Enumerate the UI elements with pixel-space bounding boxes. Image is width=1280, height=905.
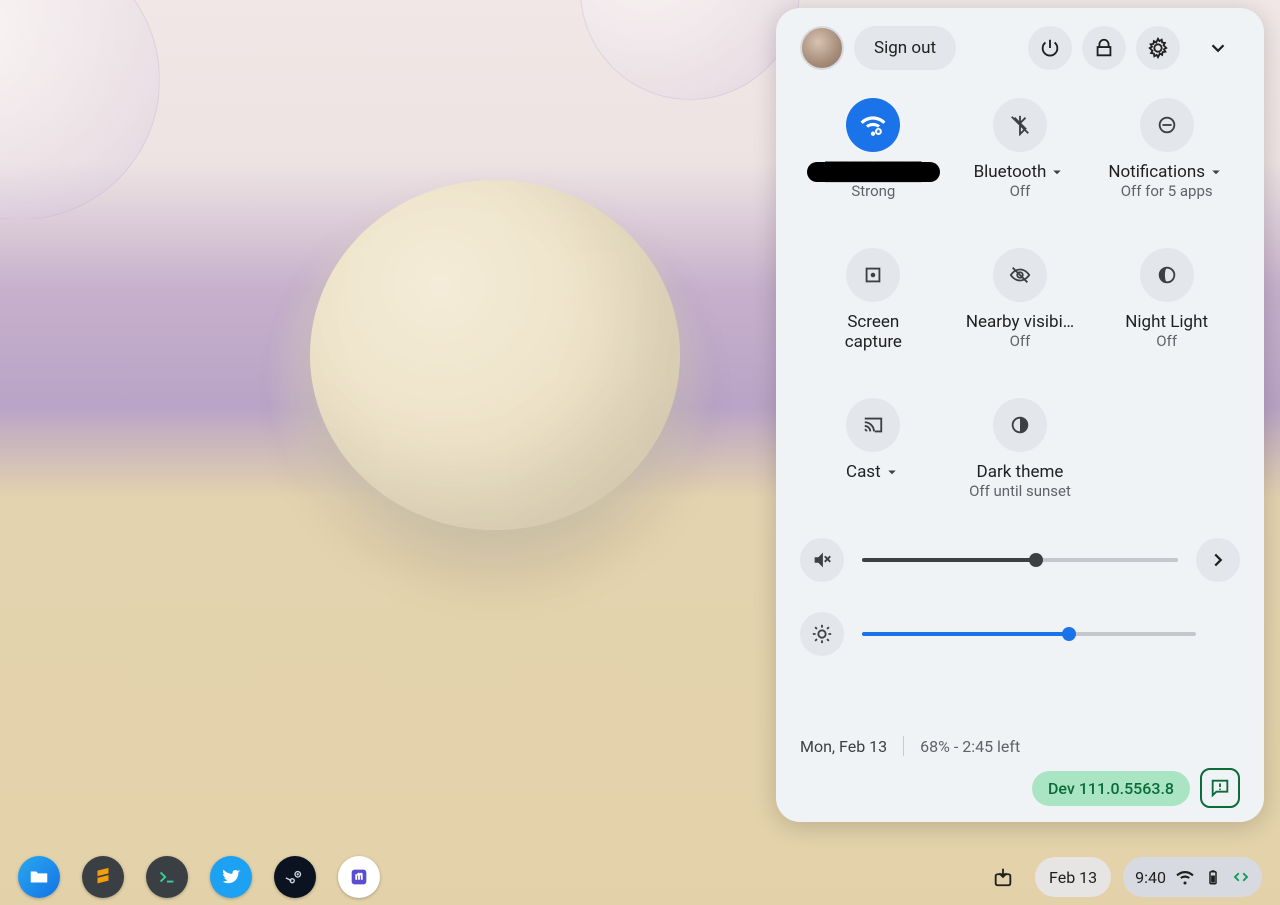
tile-label: Screen: [847, 312, 899, 332]
tile-sub: Off: [1156, 332, 1177, 350]
brightness-icon-button[interactable]: [800, 612, 844, 656]
shelf: Feb 13 9:40: [0, 849, 1280, 905]
calendar-button[interactable]: Feb 13: [1035, 857, 1111, 897]
tile-label: Night Light: [1125, 312, 1208, 332]
holding-space-icon: [992, 866, 1014, 888]
dev-mode-icon: [1232, 868, 1250, 886]
collapse-button[interactable]: [1196, 26, 1240, 70]
shelf-app-twitter[interactable]: [210, 856, 252, 898]
wifi-strength: Strong: [851, 182, 895, 200]
night-light-icon: [1140, 248, 1194, 302]
lock-button[interactable]: [1082, 26, 1126, 70]
twitter-icon: [220, 866, 242, 888]
tile-sub: Off: [1010, 332, 1031, 350]
volume-slider[interactable]: [862, 558, 1178, 562]
caret-down-icon: [1207, 163, 1225, 181]
steam-icon: [284, 866, 306, 888]
wallpaper-sphere: [310, 180, 680, 530]
sliders-section: [800, 538, 1240, 656]
tile-sub: Off: [1010, 182, 1031, 200]
tile-sub: Off until sunset: [969, 482, 1071, 500]
tile-bluetooth[interactable]: Bluetooth Off: [947, 98, 1094, 208]
sign-out-button[interactable]: Sign out: [854, 26, 956, 70]
folder-icon: [28, 866, 50, 888]
battery-icon: [1204, 868, 1222, 886]
caret-down-icon: [1048, 163, 1066, 181]
bluetooth-off-icon: [993, 98, 1047, 152]
dark-theme-icon: [993, 398, 1047, 452]
feedback-icon: [1209, 777, 1231, 799]
settings-button[interactable]: [1136, 26, 1180, 70]
tile-screen-capture[interactable]: Screen capture: [800, 248, 947, 358]
tile-wifi[interactable]: ████████ Strong: [800, 98, 947, 208]
tile-label: Cast: [846, 462, 901, 482]
chevron-down-icon: [1207, 37, 1229, 59]
holding-space-button[interactable]: [983, 857, 1023, 897]
tile-night-light[interactable]: Night Light Off: [1093, 248, 1240, 358]
dev-channel-badge[interactable]: Dev 111.0.5563.8: [1032, 771, 1190, 806]
mastodon-icon: [348, 866, 370, 888]
gear-icon: [1147, 37, 1169, 59]
brightness-icon: [811, 623, 833, 645]
tile-nearby-visibility[interactable]: Nearby visibi… Off: [947, 248, 1094, 358]
panel-header: Sign out: [800, 26, 1240, 70]
cast-icon: [846, 398, 900, 452]
tile-sub: Off for 5 apps: [1121, 182, 1213, 200]
terminal-icon: [156, 866, 178, 888]
brightness-slider[interactable]: [862, 632, 1196, 636]
do-not-disturb-icon: [1140, 98, 1194, 152]
tile-label: Dark theme: [977, 462, 1064, 482]
quick-settings-panel: Sign out ████████ Strong: [776, 8, 1264, 822]
wifi-icon: [846, 98, 900, 152]
app-icon: [92, 866, 114, 888]
shelf-time: 9:40: [1135, 868, 1166, 887]
tile-label: Nearby visibi…: [966, 312, 1074, 332]
volume-mute-button[interactable]: [800, 538, 844, 582]
shelf-app-sublime[interactable]: [82, 856, 124, 898]
tile-cast[interactable]: Cast: [800, 398, 947, 508]
tiles-grid: ████████ Strong Bluetooth Off Notificati…: [800, 98, 1240, 508]
brightness-row: [800, 612, 1240, 656]
wifi-network-name: ████████: [807, 162, 939, 182]
volume-off-icon: [811, 549, 833, 571]
caret-down-icon: [883, 463, 901, 481]
divider: [903, 736, 904, 756]
tile-label: Notifications: [1108, 162, 1225, 182]
audio-settings-button[interactable]: [1196, 538, 1240, 582]
shelf-app-steam[interactable]: [274, 856, 316, 898]
shelf-app-files[interactable]: [18, 856, 60, 898]
volume-row: [800, 538, 1240, 582]
visibility-off-icon: [993, 248, 1047, 302]
tile-dark-theme[interactable]: Dark theme Off until sunset: [947, 398, 1094, 508]
power-button[interactable]: [1028, 26, 1072, 70]
shelf-app-terminal[interactable]: [146, 856, 188, 898]
panel-footer: Mon, Feb 13 68% - 2:45 left Dev 111.0.55…: [800, 718, 1240, 808]
power-icon: [1039, 37, 1061, 59]
tile-label: Bluetooth: [974, 162, 1067, 182]
status-area[interactable]: 9:40: [1123, 857, 1262, 897]
user-avatar[interactable]: [800, 26, 844, 70]
tile-label: capture: [845, 332, 902, 352]
wifi-icon: [1176, 868, 1194, 886]
screen-capture-icon: [846, 248, 900, 302]
footer-date: Mon, Feb 13: [800, 737, 887, 756]
tile-notifications[interactable]: Notifications Off for 5 apps: [1093, 98, 1240, 208]
chevron-right-icon: [1207, 549, 1229, 571]
feedback-button[interactable]: [1200, 768, 1240, 808]
shelf-app-mastodon[interactable]: [338, 856, 380, 898]
lock-icon: [1093, 37, 1115, 59]
footer-battery: 68% - 2:45 left: [920, 737, 1020, 756]
shelf-date: Feb 13: [1049, 868, 1097, 887]
